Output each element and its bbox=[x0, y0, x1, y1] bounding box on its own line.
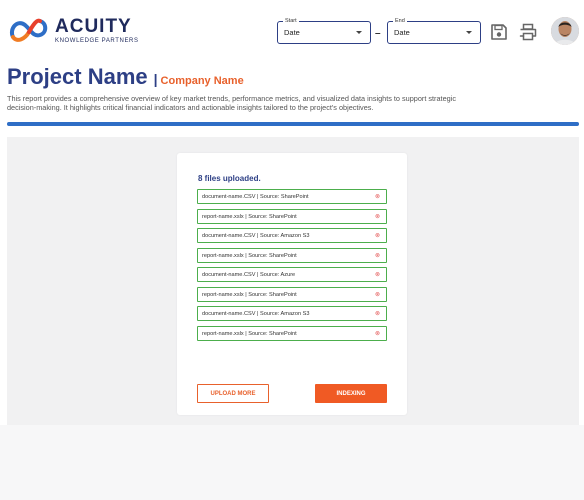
date-range-separator: – bbox=[375, 28, 381, 39]
upload-more-button[interactable]: UPLOAD MORE bbox=[197, 384, 269, 403]
upload-status-heading: 8 files uploaded. bbox=[198, 174, 261, 183]
file-item-label: report-name.xslx | Source: SharePoint bbox=[202, 330, 297, 337]
title-separator: | bbox=[153, 71, 158, 87]
acuity-logo[interactable]: ACUITY KNOWLEDGE PARTNERS bbox=[7, 14, 139, 46]
remove-icon[interactable]: ⊗ bbox=[375, 252, 380, 259]
file-item-label: report-name.xslx | Source: SharePoint bbox=[202, 252, 297, 259]
file-item: report-name.xslx | Source: SharePoint ⊗ bbox=[197, 209, 387, 224]
file-item: report-name.xslx | Source: SharePoint ⊗ bbox=[197, 326, 387, 341]
file-item: report-name.xslx | Source: SharePoint ⊗ bbox=[197, 287, 387, 302]
brand-name: ACUITY bbox=[55, 15, 132, 37]
file-item-label: report-name.xslx | Source: SharePoint bbox=[202, 291, 297, 298]
end-date-label: End bbox=[393, 17, 407, 25]
file-item-label: document-name.CSV | Source: SharePoint bbox=[202, 193, 309, 200]
acuity-logo-icon bbox=[10, 18, 48, 42]
user-avatar[interactable] bbox=[551, 17, 579, 45]
progress-bar bbox=[7, 122, 579, 126]
start-date-label: Start bbox=[283, 17, 299, 25]
file-item: document-name.CSV | Source: SharePoint ⊗ bbox=[197, 189, 387, 204]
save-button[interactable] bbox=[489, 22, 509, 42]
save-icon bbox=[491, 24, 507, 40]
remove-icon[interactable]: ⊗ bbox=[375, 193, 380, 200]
chevron-down-icon bbox=[466, 31, 472, 34]
upload-card: 8 files uploaded. document-name.CSV | So… bbox=[177, 153, 407, 415]
chevron-down-icon bbox=[356, 31, 362, 34]
remove-icon[interactable]: ⊗ bbox=[375, 310, 380, 317]
file-item-label: document-name.CSV | Source: Amazon S3 bbox=[202, 310, 310, 317]
start-date-select[interactable]: Start Date bbox=[277, 17, 371, 44]
file-item-label: report-name.xslx | Source: SharePoint bbox=[202, 213, 297, 220]
remove-icon[interactable]: ⊗ bbox=[375, 232, 380, 239]
file-item: document-name.CSV | Source: Amazon S3 ⊗ bbox=[197, 306, 387, 321]
file-item: document-name.CSV | Source: Amazon S3 ⊗ bbox=[197, 228, 387, 243]
user-avatar-icon bbox=[551, 17, 579, 45]
remove-icon[interactable]: ⊗ bbox=[375, 213, 380, 220]
end-date-select[interactable]: End Date bbox=[387, 17, 481, 44]
start-date-value: Date bbox=[284, 28, 300, 37]
remove-icon[interactable]: ⊗ bbox=[375, 271, 380, 278]
company-name: Company Name bbox=[160, 75, 244, 87]
brand-subtitle: KNOWLEDGE PARTNERS bbox=[55, 37, 139, 44]
file-item-label: document-name.CSV | Source: Amazon S3 bbox=[202, 232, 310, 239]
progress-bar-fill bbox=[7, 122, 579, 126]
remove-icon[interactable]: ⊗ bbox=[375, 330, 380, 337]
print-button[interactable] bbox=[518, 22, 538, 42]
file-item: document-name.CSV | Source: Azure ⊗ bbox=[197, 267, 387, 282]
indexing-button[interactable]: INDEXING bbox=[315, 384, 387, 403]
page-description: This report provides a comprehensive ove… bbox=[7, 94, 456, 112]
page-title: Project Name bbox=[7, 64, 148, 89]
remove-icon[interactable]: ⊗ bbox=[375, 291, 380, 298]
end-date-value: Date bbox=[394, 28, 410, 37]
file-item: report-name.xslx | Source: SharePoint ⊗ bbox=[197, 248, 387, 263]
title-row: Project Name | Company Name bbox=[7, 64, 244, 90]
file-item-label: document-name.CSV | Source: Azure bbox=[202, 271, 296, 278]
print-icon bbox=[519, 23, 537, 41]
